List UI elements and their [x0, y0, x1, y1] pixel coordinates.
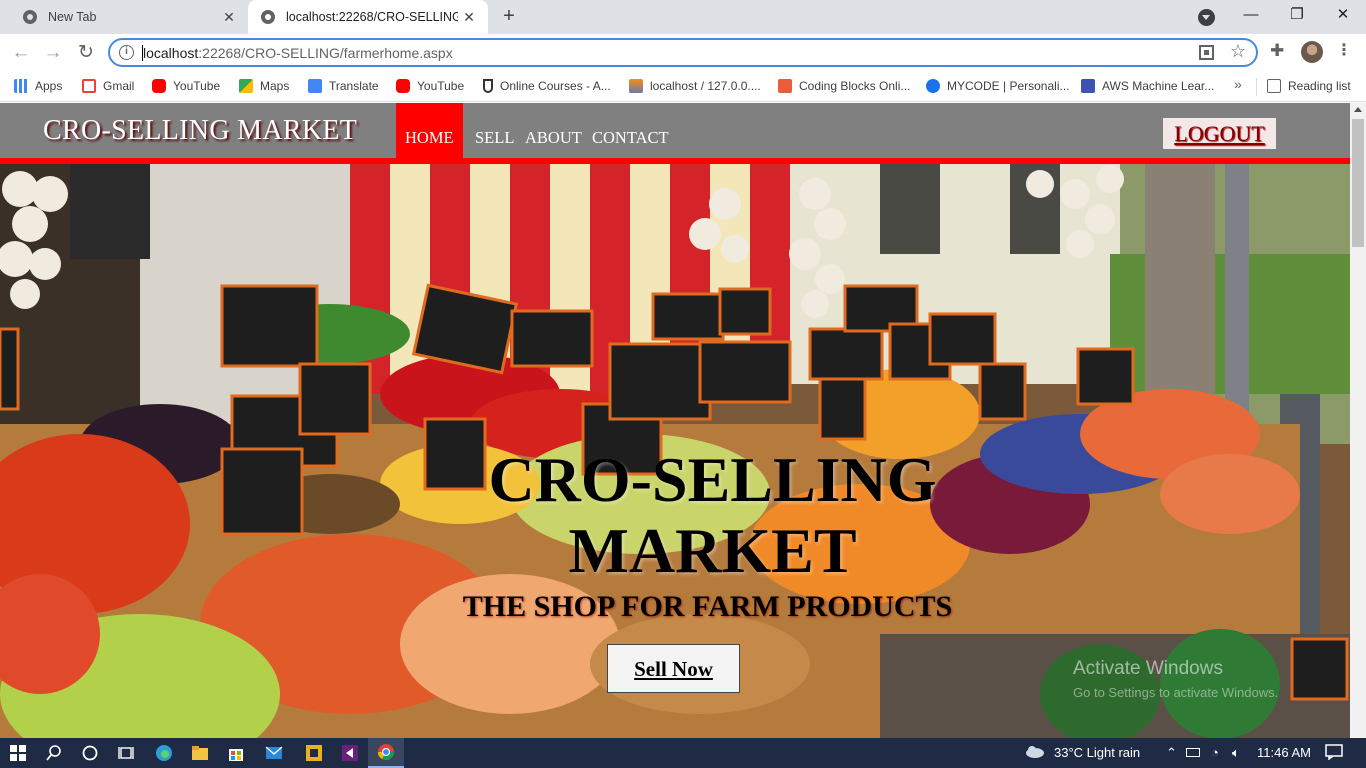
reload-button[interactable]: ↻ [73, 40, 99, 66]
battery-icon[interactable] [1186, 748, 1200, 757]
nav-sell[interactable]: SELL [475, 103, 514, 158]
activate-windows-watermark: Activate Windows [1073, 658, 1223, 679]
reading-list-icon [1267, 79, 1281, 93]
file-explorer-icon[interactable] [182, 738, 218, 768]
bookmark-star-icon[interactable]: ☆ [1230, 41, 1246, 62]
nav-home[interactable]: HOME [396, 103, 463, 158]
search-icon[interactable] [36, 738, 72, 768]
hero-title: CRO-SELLING MARKET [488, 444, 937, 586]
sell-now-button[interactable]: Sell Now [607, 644, 740, 693]
notifications-icon[interactable] [1325, 744, 1343, 763]
chrome-icon [22, 9, 38, 25]
mycode-icon [926, 79, 940, 93]
browser-toolbar: ← → ↻ i localhost:22268/CRO-SELLING/farm… [0, 34, 1366, 71]
bookmark-aws[interactable]: AWS Machine Lear... [1081, 77, 1214, 95]
back-button[interactable]: ← [8, 40, 34, 66]
hero-banner: CRO-SELLING MARKET THE SHOP FOR FARM PRO… [0, 164, 1350, 738]
address-bar[interactable]: i localhost:22268/CRO-SELLING/farmerhome… [108, 38, 1258, 67]
nav-about[interactable]: ABOUT [525, 103, 582, 158]
bookmark-maps[interactable]: Maps [239, 77, 289, 95]
reading-list[interactable]: Reading list [1267, 77, 1351, 95]
youtube-icon [152, 79, 166, 93]
tab-title: New Tab [48, 10, 97, 24]
apps-grid-icon [14, 79, 28, 93]
tab-search-icon[interactable] [1198, 9, 1215, 26]
url-text: localhost:22268/CRO-SELLING/farmerhome.a… [143, 45, 453, 61]
tab-title: localhost:22268/CRO-SELLING/farmerhome.a… [286, 10, 458, 24]
scroll-thumb[interactable] [1352, 119, 1364, 247]
site-navbar: CRO-SELLING MARKET HOME SELL ABOUT CONTA… [0, 103, 1350, 158]
profile-avatar[interactable] [1301, 41, 1323, 63]
clock[interactable]: 11:46 AM [1257, 745, 1311, 760]
minimize-button[interactable]: — [1228, 0, 1274, 34]
new-tab-button[interactable]: + [498, 6, 520, 28]
activate-windows-subtext: Go to Settings to activate Windows. [1073, 685, 1279, 700]
task-view-icon[interactable] [108, 738, 144, 768]
bookmark-youtube-2[interactable]: YouTube [396, 77, 464, 95]
site-info-icon[interactable]: i [119, 45, 134, 60]
logout-button[interactable]: LOGOUT [1163, 118, 1276, 149]
close-tab-icon[interactable]: ✕ [218, 9, 240, 26]
web-page: CRO-SELLING MARKET HOME SELL ABOUT CONTA… [0, 103, 1350, 738]
extensions-icon[interactable]: ✚ [1270, 41, 1284, 61]
site-brand[interactable]: CRO-SELLING MARKET [43, 115, 357, 147]
menu-icon[interactable]: ⋮ [1336, 40, 1352, 60]
edge-icon[interactable] [146, 738, 182, 768]
bookmark-online-courses[interactable]: Online Courses - A... [483, 77, 611, 95]
forward-button[interactable]: → [40, 40, 66, 66]
bookmarks-bar: Apps Gmail YouTube Maps Translate YouTub… [0, 71, 1366, 102]
maps-icon [239, 79, 253, 93]
page-scrollbar[interactable] [1350, 103, 1366, 738]
globe-icon [260, 9, 276, 25]
tab-strip: New Tab ✕ localhost:22268/CRO-SELLING/fa… [0, 0, 1366, 34]
bookmark-coding-blocks[interactable]: Coding Blocks Onli... [778, 77, 910, 95]
bookmark-gmail[interactable]: Gmail [82, 77, 134, 95]
divider [1256, 78, 1257, 96]
aws-icon [1081, 79, 1095, 93]
more-bookmarks-icon[interactable]: » [1234, 76, 1242, 92]
scroll-up-arrow-icon[interactable] [1354, 107, 1362, 112]
bookmark-localhost[interactable]: localhost / 127.0.0.... [629, 77, 761, 95]
mail-icon[interactable] [256, 738, 292, 768]
restore-button[interactable]: ❐ [1274, 0, 1320, 34]
tab-new-tab[interactable]: New Tab ✕ [8, 0, 248, 34]
coding-blocks-icon [778, 79, 792, 93]
bookmark-mycode[interactable]: MYCODE | Personali... [926, 77, 1069, 95]
chevron-up-icon[interactable]: ⌃ [1166, 745, 1177, 761]
phpmyadmin-icon [629, 79, 643, 93]
weather-icon[interactable] [1025, 744, 1045, 763]
store-icon[interactable] [218, 738, 254, 768]
weather-text[interactable]: 33°C Light rain [1054, 745, 1140, 760]
visual-studio-icon[interactable] [332, 738, 368, 768]
volume-icon[interactable]: 🔈︎ [1232, 745, 1240, 761]
translate-icon [308, 79, 322, 93]
chrome-taskbar-icon[interactable] [368, 738, 404, 768]
cortana-icon[interactable] [72, 738, 108, 768]
close-window-button[interactable]: ✕ [1320, 0, 1366, 34]
bookmark-translate[interactable]: Translate [308, 77, 379, 95]
wifi-icon[interactable]: ◔ [1211, 745, 1219, 760]
windows-start-icon[interactable] [0, 738, 36, 768]
close-tab-icon[interactable]: ✕ [458, 9, 480, 26]
tab-farmerhome[interactable]: localhost:22268/CRO-SELLING/farmerhome.a… [248, 0, 488, 34]
app-icon[interactable] [296, 738, 332, 768]
bookmark-youtube[interactable]: YouTube [152, 77, 220, 95]
udemy-icon [483, 79, 493, 93]
hero-subtitle: THE SHOP FOR FARM PRODUCTS [462, 590, 953, 623]
bookmark-apps[interactable]: Apps [14, 77, 62, 95]
youtube-icon [396, 79, 410, 93]
nav-contact[interactable]: CONTACT [592, 103, 669, 158]
qr-code-icon[interactable] [1199, 45, 1214, 60]
gmail-icon [82, 79, 96, 93]
windows-taskbar: 33°C Light rain ⌃ ◔ 🔈︎ 11:46 AM [0, 738, 1366, 768]
